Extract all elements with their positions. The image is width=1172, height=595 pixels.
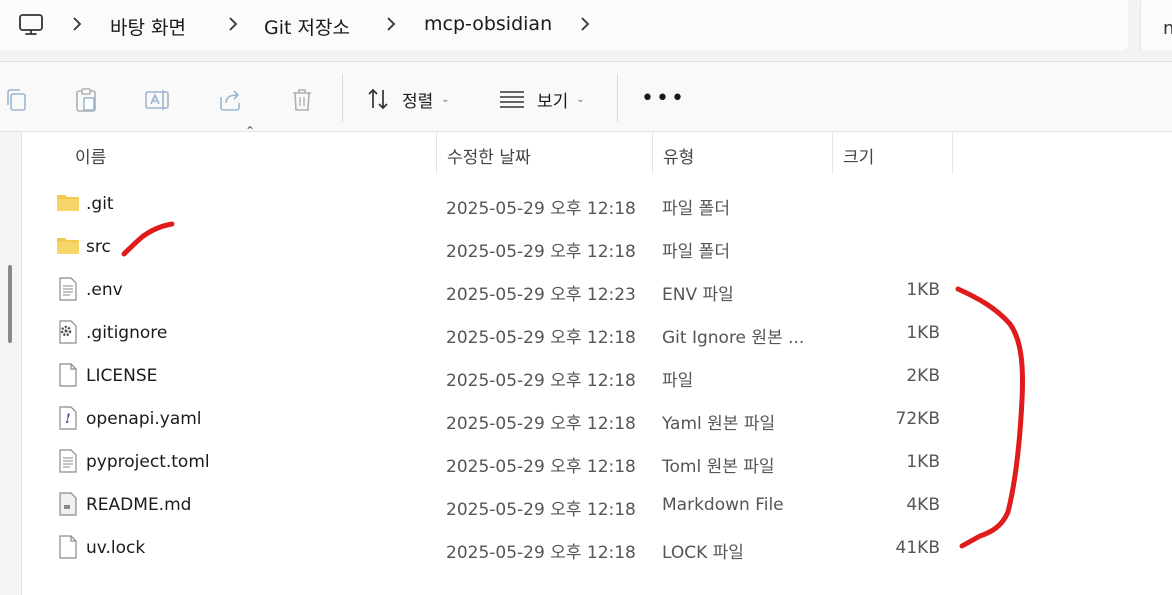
- file-date: 2025-05-29 오후 12:18: [446, 500, 636, 520]
- file-name: pyproject.toml: [86, 452, 210, 472]
- file-date: 2025-05-29 오후 12:18: [446, 328, 636, 348]
- copy-icon[interactable]: [4, 87, 28, 113]
- text-file-icon: [56, 449, 80, 473]
- column-header-size[interactable]: 크기: [833, 132, 953, 174]
- file-row[interactable]: LICENSE 2025-05-29 오후 12:18 파일 2KB: [40, 354, 960, 397]
- sort-label: 정렬: [402, 91, 434, 112]
- search-input[interactable]: n: [1140, 0, 1172, 50]
- file-name: .env: [86, 280, 123, 300]
- address-bar: 바탕 화면 Git 저장소 mcp-obsidian n: [0, 0, 1172, 62]
- chevron-down-icon: ⌄: [441, 93, 450, 105]
- file-type: 파일 폴더: [662, 242, 730, 262]
- file-type: LOCK 파일: [662, 543, 744, 563]
- file-type: ENV 파일: [662, 285, 734, 305]
- file-date: 2025-05-29 오후 12:18: [446, 457, 636, 477]
- file-row[interactable]: pyproject.toml 2025-05-29 오후 12:18 Toml 원본…: [40, 440, 960, 483]
- file-date: 2025-05-29 오후 12:23: [446, 285, 636, 305]
- column-header-date[interactable]: 수정한 날짜: [437, 132, 653, 174]
- chevron-right-icon[interactable]: [70, 14, 84, 34]
- file-row[interactable]: uv.lock 2025-05-29 오후 12:18 LOCK 파일 41KB: [40, 526, 960, 569]
- file-size: 41KB: [895, 538, 940, 558]
- file-type: 파일: [662, 371, 694, 391]
- file-date: 2025-05-29 오후 12:18: [446, 543, 636, 563]
- file-row[interactable]: ! openapi.yaml 2025-05-29 오후 12:18 Yaml 원본 …: [40, 397, 960, 440]
- file-size: 1KB: [906, 280, 940, 300]
- file-date: 2025-05-29 오후 12:18: [446, 371, 636, 391]
- markdown-file-icon: [56, 492, 80, 516]
- yaml-file-icon: !: [56, 406, 80, 430]
- file-size: 4KB: [906, 495, 940, 515]
- navigation-scrollbar[interactable]: [8, 265, 12, 343]
- chevron-down-icon: ⌄: [576, 93, 585, 105]
- paste-icon[interactable]: [74, 87, 98, 113]
- chevron-right-icon[interactable]: [384, 14, 398, 34]
- breadcrumb-item-mcp-obsidian[interactable]: mcp-obsidian: [424, 13, 552, 35]
- file-name: uv.lock: [86, 538, 146, 558]
- text-file-icon: [56, 277, 80, 301]
- blank-file-icon: [56, 363, 80, 387]
- file-date: 2025-05-29 오후 12:18: [446, 242, 636, 262]
- sort-button[interactable]: 정렬 ⌄: [366, 86, 450, 112]
- view-label: 보기: [537, 91, 569, 112]
- blank-file-icon: [56, 535, 80, 559]
- file-row[interactable]: .git 2025-05-29 오후 12:18 파일 폴더: [40, 182, 960, 225]
- chevron-right-icon[interactable]: [578, 14, 592, 34]
- file-row[interactable]: src 2025-05-29 오후 12:18 파일 폴더: [40, 225, 960, 268]
- file-name: LICENSE: [86, 366, 158, 386]
- file-name: README.md: [86, 495, 192, 515]
- file-name: .gitignore: [86, 323, 168, 343]
- navigation-pane: [0, 132, 22, 595]
- file-size: 1KB: [906, 323, 940, 343]
- column-header-name[interactable]: 이름: [65, 132, 437, 174]
- file-name: src: [86, 237, 111, 257]
- command-bar: 정렬 ⌄ 보기 ⌄: [0, 62, 1172, 132]
- file-type: Markdown File: [662, 495, 784, 515]
- settings-file-icon: [56, 320, 80, 344]
- file-name: .git: [86, 194, 114, 214]
- toolbar-divider: [342, 74, 343, 122]
- folder-icon: [56, 191, 80, 215]
- more-options-button[interactable]: •••: [641, 86, 686, 111]
- sort-icon: [368, 88, 388, 110]
- file-size: 72KB: [895, 409, 940, 429]
- file-row[interactable]: .env 2025-05-29 오후 12:23 ENV 파일 1KB: [40, 268, 960, 311]
- column-header-type[interactable]: 유형: [653, 132, 833, 174]
- rename-icon[interactable]: [145, 87, 169, 113]
- file-type: 파일 폴더: [662, 199, 730, 219]
- bracket-annotation: [955, 286, 1025, 549]
- share-icon[interactable]: [218, 87, 242, 113]
- file-row[interactable]: README.md 2025-05-29 오후 12:18 Markdown Fil…: [40, 483, 960, 526]
- view-list-icon: [500, 91, 524, 108]
- breadcrumb-item-desktop[interactable]: 바탕 화면: [110, 13, 186, 40]
- toolbar-divider: [617, 74, 618, 122]
- chevron-right-icon[interactable]: [226, 14, 240, 34]
- file-date: 2025-05-29 오후 12:18: [446, 414, 636, 434]
- search-text: n: [1163, 18, 1172, 39]
- file-date: 2025-05-29 오후 12:18: [446, 199, 636, 219]
- file-type: Yaml 원본 파일: [662, 414, 776, 434]
- file-name: openapi.yaml: [86, 409, 202, 429]
- breadcrumb-item-git-repo[interactable]: Git 저장소: [264, 13, 350, 40]
- file-type: Git Ignore 원본 ...: [662, 328, 805, 348]
- folder-icon: [56, 234, 80, 258]
- file-row[interactable]: .gitignore 2025-05-29 오후 12:18 Git Ignore …: [40, 311, 960, 354]
- breadcrumb[interactable]: 바탕 화면 Git 저장소 mcp-obsidian: [0, 0, 1128, 50]
- monitor-icon[interactable]: [18, 13, 44, 37]
- file-size: 1KB: [906, 452, 940, 472]
- file-type: Toml 원본 파일: [662, 457, 775, 477]
- delete-icon[interactable]: [290, 87, 314, 113]
- view-button[interactable]: 보기 ⌄: [499, 86, 585, 112]
- file-size: 2KB: [906, 366, 940, 386]
- svg-text:!: !: [65, 412, 71, 427]
